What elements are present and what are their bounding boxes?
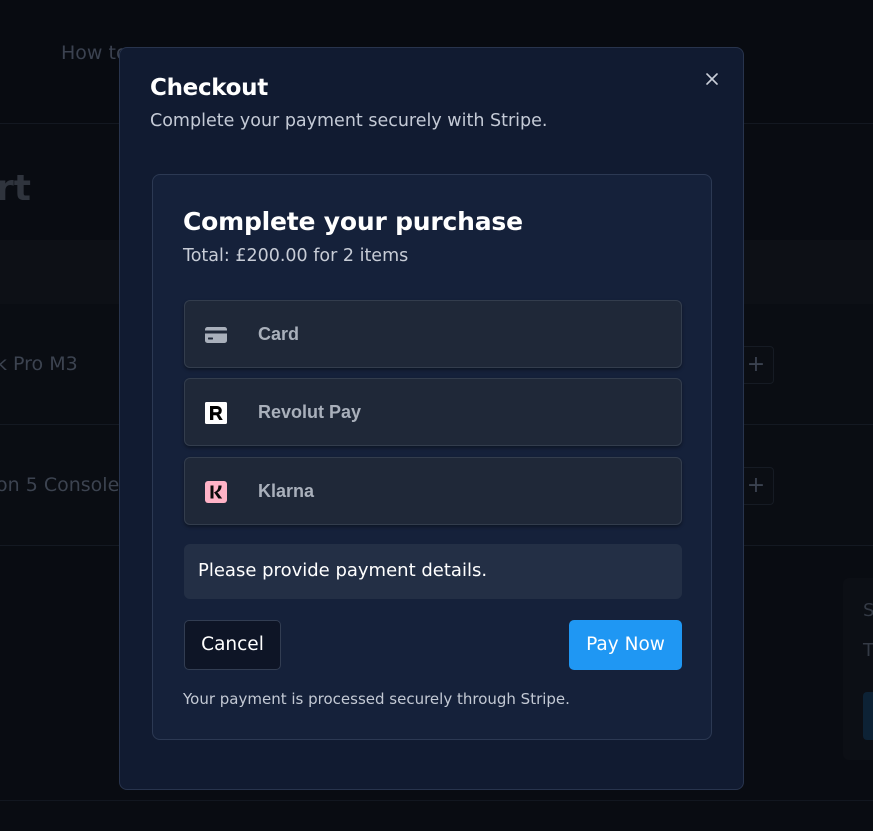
purchase-title: Complete your purchase bbox=[183, 207, 523, 236]
background-summary-total: T bbox=[863, 640, 873, 661]
background-checkout-button bbox=[863, 692, 873, 740]
background-product-name: on 5 Console bbox=[0, 474, 120, 496]
status-text: Please provide payment details. bbox=[198, 560, 488, 581]
close-button[interactable] bbox=[701, 68, 723, 90]
cancel-button[interactable]: Cancel bbox=[184, 620, 281, 670]
close-icon bbox=[706, 73, 718, 85]
payment-method-revolut-pay[interactable]: Revolut Pay bbox=[184, 378, 682, 446]
dialog-title: Checkout bbox=[150, 75, 268, 101]
payment-status-message: Please provide payment details. bbox=[184, 544, 682, 599]
credit-card-icon bbox=[205, 324, 227, 346]
payment-card: Complete your purchase Total: £200.00 fo… bbox=[152, 174, 712, 740]
payment-method-label: Klarna bbox=[258, 481, 315, 501]
dialog-subtitle: Complete your payment securely with Stri… bbox=[150, 111, 548, 131]
pay-now-button[interactable]: Pay Now bbox=[569, 620, 682, 670]
background-summary-card: S T bbox=[843, 578, 873, 760]
klarna-icon bbox=[205, 481, 227, 503]
payment-method-klarna[interactable]: Klarna bbox=[184, 457, 682, 525]
background-nav-link: How to bbox=[61, 42, 128, 64]
order-total: Total: £200.00 for 2 items bbox=[183, 246, 409, 266]
background-product-name: k Pro M3 bbox=[0, 353, 78, 375]
background-divider bbox=[0, 800, 873, 801]
background-summary-title: S bbox=[863, 600, 873, 621]
background-page-heading: rt bbox=[0, 168, 31, 209]
checkout-dialog: Checkout Complete your payment securely … bbox=[119, 47, 744, 790]
payment-method-label: Card bbox=[258, 324, 300, 344]
payment-method-label: Revolut Pay bbox=[258, 402, 362, 422]
revolut-icon bbox=[205, 402, 227, 424]
secure-payment-note: Your payment is processed securely throu… bbox=[183, 690, 570, 708]
payment-method-card[interactable]: Card bbox=[184, 300, 682, 368]
